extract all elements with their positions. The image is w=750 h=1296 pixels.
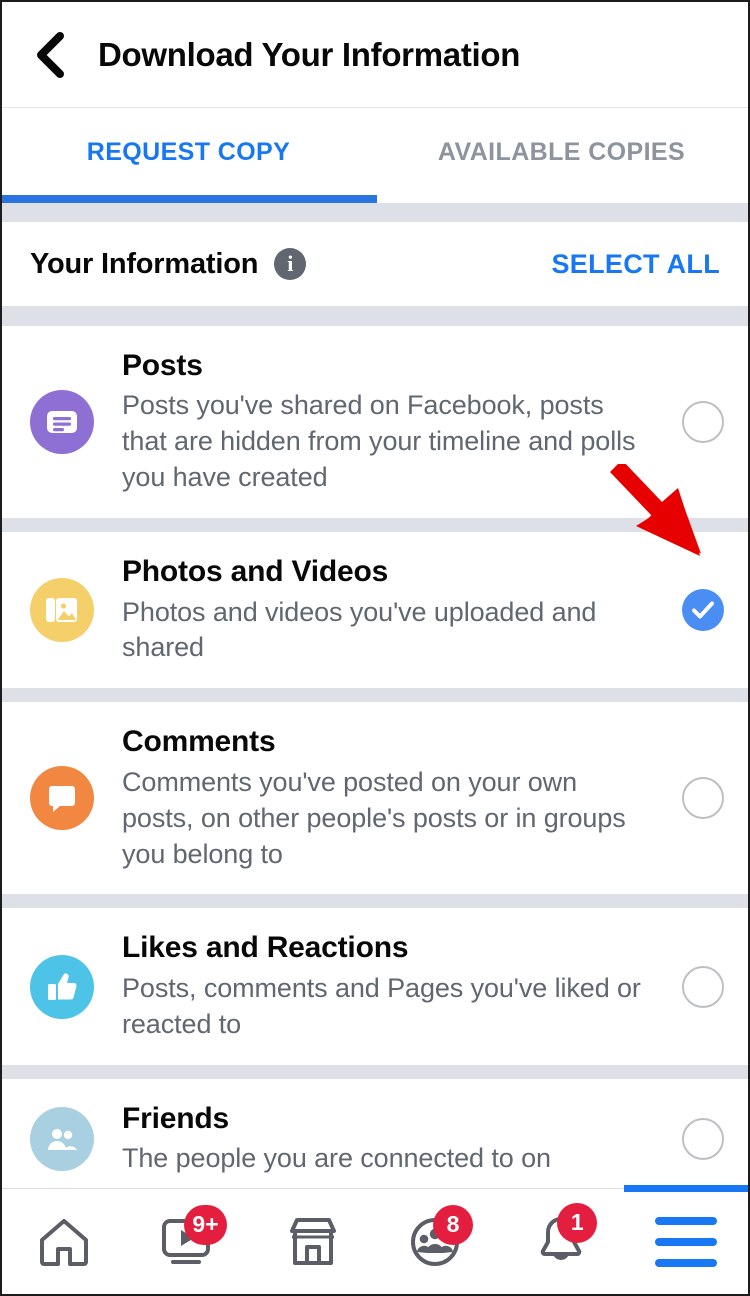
row-icon-container bbox=[2, 390, 122, 455]
list-item-photos-and-videos[interactable]: Photos and Videos Photos and videos you'… bbox=[2, 532, 748, 689]
section-header: Your Information i SELECT ALL bbox=[2, 222, 748, 306]
row-checkbox-container bbox=[658, 589, 748, 632]
row-description: Photos and videos you've uploaded and sh… bbox=[122, 596, 597, 663]
app-header: Download Your Information bbox=[2, 2, 748, 108]
nav-item-marketplace[interactable] bbox=[251, 1189, 375, 1295]
home-icon bbox=[40, 1218, 89, 1266]
checkbox-comments[interactable] bbox=[682, 777, 724, 820]
row-title: Posts bbox=[122, 349, 203, 382]
comment-bubble-glyph-icon bbox=[49, 786, 75, 813]
row-separator bbox=[2, 688, 748, 703]
checkmark-icon bbox=[692, 601, 714, 619]
row-title: Comments bbox=[122, 725, 276, 759]
list-item-likes-and-reactions[interactable]: Likes and Reactions Posts, comments and … bbox=[2, 908, 748, 1065]
nav-item-home[interactable] bbox=[2, 1189, 126, 1295]
badge-groups: 8 bbox=[432, 1204, 473, 1245]
row-text-container: Posts Posts you've shared on Facebook, p… bbox=[122, 348, 658, 496]
checkbox-photos-and-videos[interactable] bbox=[682, 589, 724, 632]
comments-icon bbox=[30, 766, 94, 831]
marketplace-icon bbox=[289, 1217, 336, 1265]
tab-available-copies[interactable]: AVAILABLE COPIES bbox=[375, 109, 748, 195]
section-divider-band bbox=[2, 306, 748, 326]
tab-divider-band bbox=[2, 203, 748, 222]
posts-icon bbox=[30, 390, 94, 455]
app-screen: Download Your Information REQUEST COPY A… bbox=[0, 0, 750, 1296]
nav-item-menu[interactable] bbox=[623, 1184, 748, 1295]
row-description: Comments you've posted on your own posts… bbox=[122, 766, 626, 869]
row-title: Photos and Videos bbox=[122, 555, 389, 589]
tab-indicator-wrap bbox=[2, 195, 748, 203]
friends-icon bbox=[30, 1106, 94, 1171]
row-icon-container bbox=[2, 954, 122, 1019]
menu-active-indicator bbox=[623, 1184, 748, 1192]
row-icon-container bbox=[2, 766, 122, 831]
thumbs-up-glyph-icon bbox=[48, 973, 77, 1000]
row-text-container: Likes and Reactions Posts, comments and … bbox=[122, 930, 658, 1042]
nav-item-watch[interactable]: 9+ bbox=[126, 1189, 250, 1295]
row-text-container: Friends The people you are connected to … bbox=[122, 1101, 658, 1177]
menu-hamburger-icon bbox=[654, 1216, 717, 1267]
list-item-posts[interactable]: Posts Posts you've shared on Facebook, p… bbox=[2, 326, 748, 519]
row-text-container: Photos and Videos Photos and videos you'… bbox=[122, 554, 658, 666]
select-all-button[interactable]: SELECT ALL bbox=[552, 249, 721, 280]
list-item-friends[interactable]: Friends The people you are connected to … bbox=[2, 1078, 748, 1188]
tab-bar: REQUEST COPY AVAILABLE COPIES bbox=[2, 109, 748, 195]
list-item-comments[interactable]: Comments Comments you've posted on your … bbox=[2, 702, 748, 895]
checkbox-posts[interactable] bbox=[682, 401, 724, 444]
nav-item-notifications[interactable]: 1 bbox=[499, 1189, 623, 1295]
row-checkbox-container bbox=[658, 965, 748, 1008]
nav-item-groups[interactable]: 8 bbox=[375, 1189, 499, 1295]
row-separator bbox=[2, 894, 748, 909]
checkbox-likes-and-reactions[interactable] bbox=[682, 965, 724, 1008]
badge-watch: 9+ bbox=[184, 1204, 227, 1245]
row-separator bbox=[2, 1064, 748, 1079]
row-checkbox-container bbox=[658, 401, 748, 444]
row-title: Likes and Reactions bbox=[122, 931, 409, 965]
photos-videos-glyph-icon bbox=[46, 598, 77, 623]
information-list[interactable]: Posts Posts you've shared on Facebook, p… bbox=[2, 326, 748, 1188]
tab-request-copy[interactable]: REQUEST COPY bbox=[2, 109, 375, 195]
back-chevron-icon bbox=[37, 31, 64, 78]
thumbs-up-icon bbox=[30, 954, 94, 1019]
section-title: Your Information bbox=[30, 247, 259, 280]
row-checkbox-container bbox=[658, 777, 748, 820]
friends-glyph-icon bbox=[48, 1128, 77, 1150]
row-description: The people you are connected to on bbox=[122, 1143, 551, 1174]
tab-active-indicator bbox=[2, 195, 377, 203]
bottom-navigation-bar: 9+ 8 1 bbox=[2, 1184, 748, 1295]
page-title: Download Your Information bbox=[98, 35, 521, 73]
info-icon[interactable]: i bbox=[274, 248, 307, 280]
row-text-container: Comments Comments you've posted on your … bbox=[122, 724, 658, 872]
badge-notifications: 1 bbox=[557, 1202, 598, 1243]
row-description: Posts, comments and Pages you've liked o… bbox=[122, 972, 641, 1039]
row-separator bbox=[2, 518, 748, 533]
back-button[interactable] bbox=[2, 2, 98, 108]
row-icon-container bbox=[2, 578, 122, 643]
row-checkbox-container bbox=[658, 1117, 748, 1160]
row-icon-container bbox=[2, 1106, 122, 1171]
checkbox-friends[interactable] bbox=[682, 1117, 724, 1160]
row-description: Posts you've shared on Facebook, posts t… bbox=[122, 390, 636, 493]
row-title: Friends bbox=[122, 1101, 229, 1135]
posts-glyph-icon bbox=[47, 411, 77, 434]
photos-videos-icon bbox=[30, 578, 94, 643]
